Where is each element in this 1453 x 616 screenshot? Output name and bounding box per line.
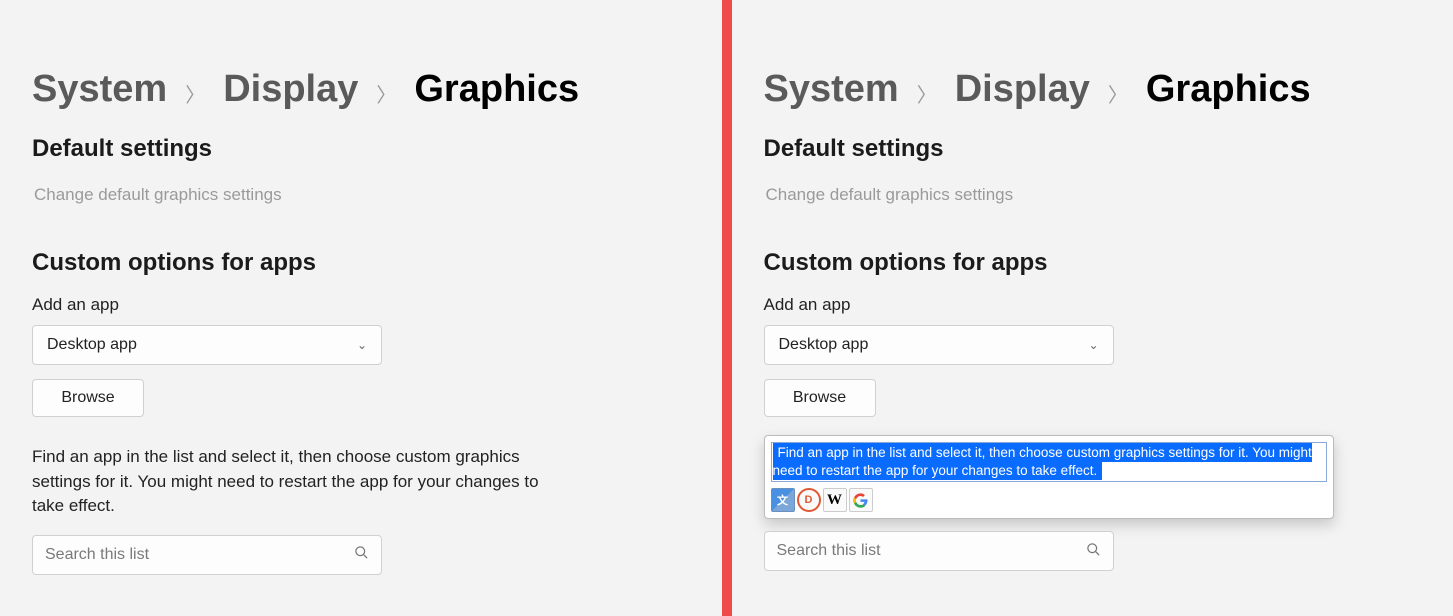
search-icon bbox=[354, 545, 369, 564]
chevron-right-icon: 〉 bbox=[1108, 79, 1128, 108]
add-app-label: Add an app bbox=[32, 295, 690, 315]
app-type-select[interactable]: Desktop app ⌄ bbox=[764, 325, 1114, 365]
breadcrumb-system[interactable]: System bbox=[764, 68, 899, 111]
chevron-right-icon: 〉 bbox=[376, 79, 396, 108]
app-type-selected-value: Desktop app bbox=[47, 336, 137, 354]
change-default-link[interactable]: Change default graphics settings bbox=[766, 185, 1422, 205]
breadcrumb-display[interactable]: Display bbox=[223, 68, 358, 111]
settings-right-panel: System 〉 Display 〉 Graphics Default sett… bbox=[732, 0, 1453, 616]
chevron-down-icon: ⌄ bbox=[1088, 338, 1098, 352]
chevron-right-icon: 〉 bbox=[917, 79, 937, 108]
search-placeholder: Search this list bbox=[777, 542, 1086, 560]
change-default-link[interactable]: Change default graphics settings bbox=[34, 185, 690, 205]
default-settings-title: Default settings bbox=[764, 135, 1422, 163]
help-text: Find an app in the list and select it, t… bbox=[32, 445, 572, 519]
selected-help-text[interactable]: Find an app in the list and select it, t… bbox=[773, 443, 1312, 480]
custom-options-title: Custom options for apps bbox=[32, 249, 690, 277]
google-icon[interactable] bbox=[849, 488, 873, 512]
custom-options-title: Custom options for apps bbox=[764, 249, 1422, 277]
breadcrumb: System 〉 Display 〉 Graphics bbox=[764, 68, 1422, 111]
app-type-select[interactable]: Desktop app ⌄ bbox=[32, 325, 382, 365]
search-list-input[interactable]: Search this list bbox=[32, 535, 382, 575]
settings-left-panel: System 〉 Display 〉 Graphics Default sett… bbox=[0, 0, 722, 616]
breadcrumb-graphics: Graphics bbox=[414, 68, 579, 111]
breadcrumb-display[interactable]: Display bbox=[955, 68, 1090, 111]
translate-icon[interactable]: 文 bbox=[771, 488, 795, 512]
add-app-label: Add an app bbox=[764, 295, 1422, 315]
search-provider-row: 文 D W bbox=[771, 488, 1327, 512]
browse-button[interactable]: Browse bbox=[764, 379, 876, 417]
chevron-right-icon: 〉 bbox=[185, 79, 205, 108]
comparison-divider bbox=[722, 0, 732, 616]
breadcrumb: System 〉 Display 〉 Graphics bbox=[32, 68, 690, 111]
app-type-selected-value: Desktop app bbox=[779, 336, 869, 354]
wikipedia-icon[interactable]: W bbox=[823, 488, 847, 512]
search-list-input[interactable]: Search this list bbox=[764, 531, 1114, 571]
chevron-down-icon: ⌄ bbox=[357, 338, 367, 352]
default-settings-title: Default settings bbox=[32, 135, 690, 163]
search-placeholder: Search this list bbox=[45, 546, 354, 564]
browse-button[interactable]: Browse bbox=[32, 379, 144, 417]
duckduckgo-icon[interactable]: D bbox=[797, 488, 821, 512]
text-selection-popup: Find an app in the list and select it, t… bbox=[764, 435, 1334, 519]
breadcrumb-graphics: Graphics bbox=[1146, 68, 1311, 111]
breadcrumb-system[interactable]: System bbox=[32, 68, 167, 111]
search-icon bbox=[1086, 542, 1101, 561]
